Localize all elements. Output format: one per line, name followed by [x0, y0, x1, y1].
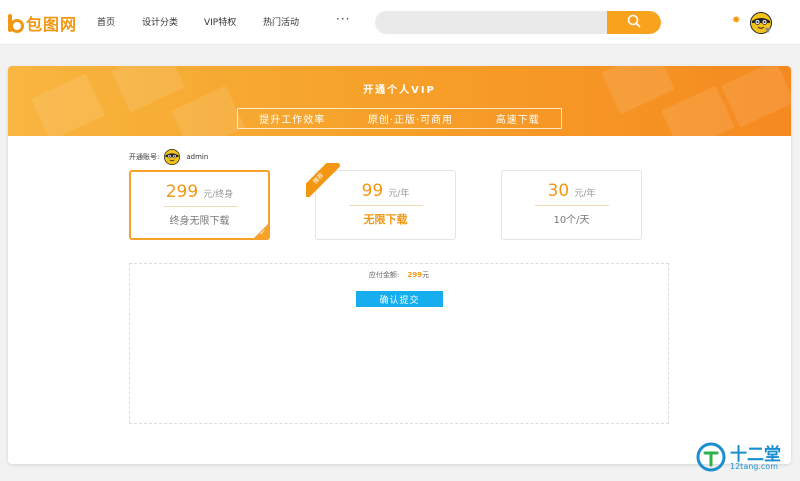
plan-description: 终身无限下载	[169, 216, 230, 227]
plan-divider	[349, 205, 423, 206]
account-username: admin	[186, 153, 209, 161]
search-icon	[627, 13, 641, 32]
plan-description: 10个/天	[553, 215, 590, 226]
site-watermark: 十二堂 12tang.com	[694, 440, 794, 476]
top-navigation-bar: 包图网 首页 设计分类 VIP特权 热门活动 ··· ✸	[0, 0, 800, 45]
payment-label: 应付金额:	[368, 271, 400, 279]
account-avatar	[164, 149, 181, 165]
banner-title: 开通个人VIP	[363, 85, 436, 96]
search-bar	[375, 11, 661, 34]
star-icon[interactable]: ✸	[732, 15, 740, 26]
nav-home[interactable]: 首页	[97, 15, 142, 28]
feature-efficiency: 提升工作效率	[259, 115, 326, 126]
account-info: 开通账号: admin	[129, 149, 208, 165]
plan-divider	[164, 206, 238, 207]
nav-hot-events[interactable]: 热门活动	[263, 15, 326, 28]
user-avatar[interactable]	[750, 12, 772, 34]
plan-description: 无限下载	[363, 213, 408, 226]
plan-price-value: 99	[361, 181, 384, 201]
site-logo[interactable]: 包图网	[7, 11, 77, 35]
main-nav: 首页 设计分类 VIP特权 热门活动	[97, 15, 326, 28]
payment-amount: 应付金额: 299元	[130, 270, 668, 280]
plan-price-unit: 元/年	[574, 189, 596, 199]
payment-panel: 应付金额: 299元 确认提交	[129, 263, 669, 424]
nav-vip-privileges[interactable]: VIP特权	[204, 15, 263, 28]
more-menu-icon[interactable]: ···	[336, 12, 350, 26]
banner-features: 提升工作效率 原创·正版·可商用 高速下载	[237, 108, 562, 129]
vip-purchase-card: 开通个人VIP 提升工作效率 原创·正版·可商用 高速下载 开通账号: admi…	[8, 66, 791, 464]
vip-banner: 开通个人VIP 提升工作效率 原创·正版·可商用 高速下载	[8, 66, 791, 136]
plan-price: 30 元/年	[502, 181, 641, 201]
plan-divider	[535, 205, 609, 206]
payment-amount-value: 299	[407, 271, 423, 279]
search-button[interactable]	[607, 11, 661, 34]
plan-price-unit: 元/终身	[203, 190, 234, 200]
search-input[interactable]	[375, 11, 607, 34]
feature-fast-download: 高速下载	[495, 115, 540, 126]
plan-price-unit: 元/年	[388, 189, 410, 199]
confirm-submit-button[interactable]: 确认提交	[356, 291, 443, 307]
plan-price: 299 元/终身	[131, 182, 268, 202]
feature-original-licensed: 原创·正版·可商用	[367, 115, 454, 126]
check-icon: ✓	[259, 228, 266, 237]
watermark-url: 12tang.com	[730, 462, 778, 471]
watermark-logo-icon	[696, 442, 726, 476]
logo-mark-icon	[7, 12, 24, 34]
logo-text: 包图网	[26, 15, 78, 34]
account-label: 开通账号:	[129, 153, 160, 161]
payment-currency: 元	[422, 271, 430, 279]
banner-decoration	[721, 66, 791, 128]
plan-yearly-daily[interactable]: 30 元/年 10个/天	[501, 170, 642, 240]
recommend-badge: 推荐	[306, 163, 340, 197]
nav-design-categories[interactable]: 设计分类	[142, 15, 204, 28]
plan-price-value: 299	[165, 182, 199, 202]
recommend-ribbon: 推荐	[306, 163, 340, 197]
plan-price-value: 30	[547, 181, 570, 201]
plan-lifetime[interactable]: 299 元/终身 终身无限下载 ✓	[129, 170, 270, 240]
